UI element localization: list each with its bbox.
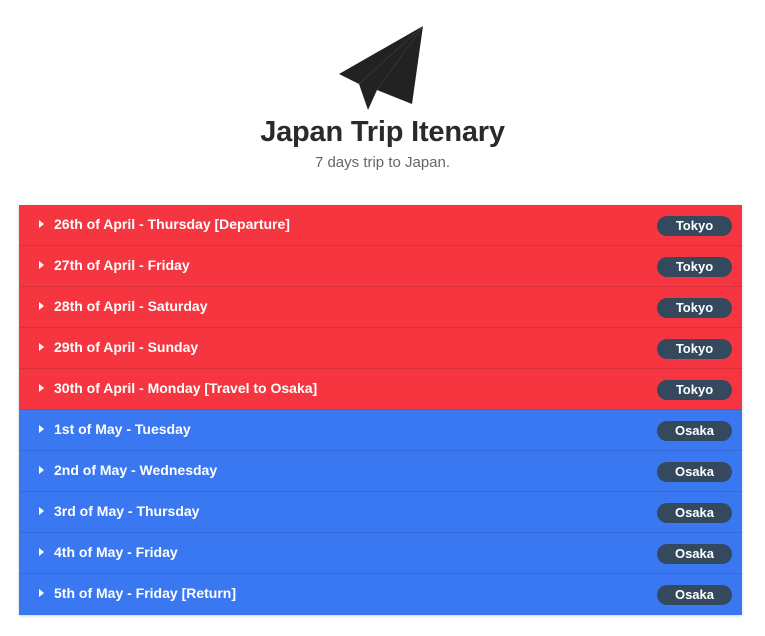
- caret-right-icon: [39, 220, 44, 228]
- itinerary-row-6[interactable]: 2nd of May - Wednesday Osaka: [19, 451, 742, 492]
- itinerary-row-4[interactable]: 30th of April - Monday [Travel to Osaka]…: [19, 369, 742, 410]
- day-label: 3rd of May - Thursday: [54, 503, 200, 519]
- city-badge: Osaka: [657, 544, 732, 564]
- day-label: 1st of May - Tuesday: [54, 421, 191, 437]
- caret-right-icon: [39, 425, 44, 433]
- city-badge: Tokyo: [657, 216, 732, 236]
- itinerary-row-7[interactable]: 3rd of May - Thursday Osaka: [19, 492, 742, 533]
- caret-right-icon: [39, 466, 44, 474]
- caret-right-icon: [39, 302, 44, 310]
- city-badge: Tokyo: [657, 298, 732, 318]
- itinerary-row-2[interactable]: 28th of April - Saturday Tokyo: [19, 287, 742, 328]
- itinerary-row-8[interactable]: 4th of May - Friday Osaka: [19, 533, 742, 574]
- day-label: 28th of April - Saturday: [54, 298, 208, 314]
- itinerary-row-0[interactable]: 26th of April - Thursday [Departure] Tok…: [19, 205, 742, 246]
- caret-right-icon: [39, 343, 44, 351]
- itinerary-row-5[interactable]: 1st of May - Tuesday Osaka: [19, 410, 742, 451]
- day-label: 5th of May - Friday [Return]: [54, 585, 237, 601]
- city-badge: Osaka: [657, 462, 732, 482]
- city-badge: Osaka: [657, 503, 732, 523]
- page-title: Japan Trip Itenary: [260, 116, 505, 148]
- page-subtitle: 7 days trip to Japan.: [314, 154, 451, 171]
- caret-right-icon: [39, 548, 44, 556]
- itinerary-row-1[interactable]: 27th of April - Friday Tokyo: [19, 246, 742, 287]
- city-badge: Tokyo: [657, 257, 732, 277]
- city-badge: Osaka: [657, 585, 732, 605]
- day-label: 4th of May - Friday: [54, 544, 178, 560]
- caret-right-icon: [39, 589, 44, 597]
- day-label: 30th of April - Monday [Travel to Osaka]: [54, 380, 318, 396]
- city-badge: Tokyo: [657, 380, 732, 400]
- day-label: 2nd of May - Wednesday: [54, 462, 218, 478]
- city-badge: Osaka: [657, 421, 732, 441]
- itinerary-row-9[interactable]: 5th of May - Friday [Return] Osaka: [19, 574, 742, 615]
- caret-right-icon: [39, 384, 44, 392]
- day-label: 26th of April - Thursday [Departure]: [54, 216, 290, 232]
- day-label: 27th of April - Friday: [54, 257, 190, 273]
- caret-right-icon: [39, 261, 44, 269]
- day-label: 29th of April - Sunday: [54, 339, 199, 355]
- city-badge: Tokyo: [657, 339, 732, 359]
- paper-plane-icon: [339, 26, 423, 110]
- caret-right-icon: [39, 507, 44, 515]
- itinerary-row-3[interactable]: 29th of April - Sunday Tokyo: [19, 328, 742, 369]
- itinerary-list: 26th of April - Thursday [Departure] Tok…: [19, 205, 742, 615]
